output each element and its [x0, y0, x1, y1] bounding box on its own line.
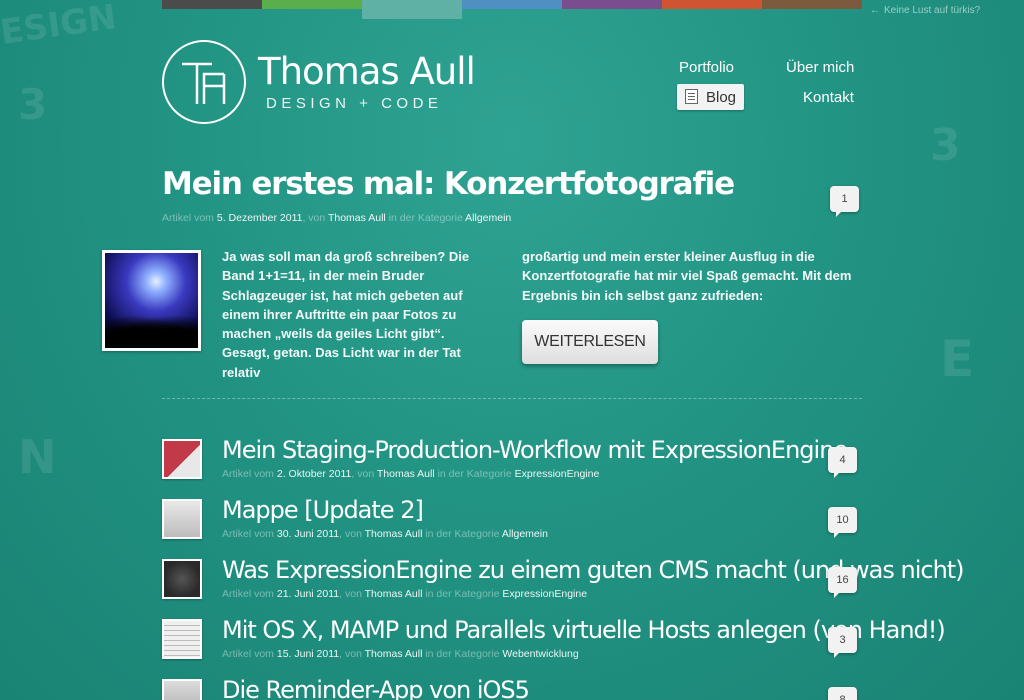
meta-prefix: Artikel vom — [222, 528, 274, 540]
meta-prefix: Artikel vom — [222, 468, 274, 480]
color-switch-label: Keine Lust auf türkis? — [884, 5, 981, 16]
meta-category-prefix: in der Kategorie — [425, 648, 500, 660]
meta-date: 30. Juni 2011 — [276, 528, 340, 540]
post-title[interactable]: Mappe [Update 2] — [222, 496, 424, 524]
chalk-doodle: 3 — [18, 80, 48, 129]
color-switch-link[interactable]: ← Keine Lust auf türkis? — [870, 5, 980, 16]
chalk-doodle: 3 — [930, 120, 961, 171]
comment-count-bubble[interactable]: 10 — [828, 507, 857, 538]
meta-category[interactable]: Allgemein — [465, 212, 511, 224]
featured-article-title[interactable]: Mein erstes mal: Konzertfotografie — [162, 166, 735, 202]
theme-swatch[interactable] — [762, 0, 862, 9]
featured-article-image[interactable] — [102, 250, 201, 351]
comment-count-bubble[interactable]: 1 — [830, 186, 859, 217]
theme-color-strip — [162, 0, 862, 19]
meta-author[interactable]: Thomas Aull — [365, 588, 423, 600]
meta-prefix: Artikel vom — [222, 648, 274, 660]
document-icon — [685, 89, 698, 104]
post-thumbnail[interactable] — [162, 679, 202, 700]
meta-prefix: Artikel vom — [222, 588, 274, 600]
logo-tagline: DESIGN + CODE — [266, 95, 443, 112]
meta-von: , von — [302, 212, 326, 224]
theme-swatch[interactable] — [162, 0, 262, 9]
theme-swatch[interactable] — [562, 0, 662, 9]
portfolio-image — [164, 501, 200, 537]
concert-photo — [105, 253, 198, 348]
read-more-button[interactable]: WEITERLESEN — [522, 320, 658, 364]
chalk-doodle: ESIGN — [0, 0, 119, 53]
comment-count-bubble[interactable]: 8 — [828, 687, 857, 700]
meta-category[interactable]: Allgemein — [502, 528, 548, 540]
post-meta: Artikel vom 2. Oktober 2011, von Thomas … — [222, 468, 599, 480]
featured-article-text-col1: Ja was soll man da groß schreiben? Die B… — [222, 249, 470, 380]
post-thumbnail[interactable] — [162, 499, 202, 539]
meta-category-prefix: in der Kategorie — [388, 212, 463, 224]
meta-author[interactable]: Thomas Aull — [365, 528, 423, 540]
featured-article-meta: Artikel vom 5. Dezember 2011, von Thomas… — [162, 212, 511, 224]
post-meta: Artikel vom 21. Juni 2011, von Thomas Au… — [222, 588, 587, 600]
nav-ueber-mich[interactable]: Über mich — [786, 59, 854, 76]
meta-category-prefix: in der Kategorie — [437, 468, 512, 480]
post-thumbnail[interactable] — [162, 439, 202, 479]
logo-name[interactable]: Thomas Aull — [258, 50, 476, 93]
meta-author[interactable]: Thomas Aull — [377, 468, 435, 480]
meta-von: , von — [339, 588, 362, 600]
dashed-divider — [162, 398, 862, 399]
theme-swatch-active[interactable] — [362, 0, 462, 19]
meta-date: 21. Juni 2011 — [276, 588, 340, 600]
ee-logo-image — [164, 561, 200, 597]
reminder-app-image — [164, 681, 200, 700]
post-thumbnail[interactable] — [162, 559, 202, 599]
chalk-doodle: N — [18, 430, 57, 484]
meta-category[interactable]: ExpressionEngine — [515, 468, 600, 480]
meta-category-prefix: in der Kategorie — [425, 588, 500, 600]
post-thumbnail[interactable] — [162, 619, 202, 659]
comment-count-bubble[interactable]: 4 — [828, 447, 857, 478]
nav-blog-label: Blog — [706, 89, 737, 106]
post-meta: Artikel vom 15. Juni 2011, von Thomas Au… — [222, 648, 579, 660]
monogram-icon — [182, 62, 226, 104]
featured-article-text-col2: großartig und mein erster kleiner Ausflu… — [522, 249, 852, 303]
meta-prefix: Artikel vom — [162, 212, 214, 224]
logo-monogram[interactable] — [162, 40, 246, 124]
post-title[interactable]: Die Reminder-App von iOS5 — [222, 676, 530, 700]
meta-date: 15. Juni 2011 — [276, 648, 340, 660]
post-title[interactable]: Mein Staging-Production-Workflow mit Exp… — [222, 436, 848, 464]
meta-date: 2. Oktober 2011 — [276, 468, 352, 480]
meta-author[interactable]: Thomas Aull — [328, 212, 386, 224]
meta-von: , von — [351, 468, 375, 480]
meta-date: 5. Dezember 2011 — [216, 212, 303, 224]
theme-swatch[interactable] — [662, 0, 762, 9]
nav-portfolio[interactable]: Portfolio — [679, 59, 734, 76]
theme-swatch[interactable] — [462, 0, 562, 9]
nav-kontakt[interactable]: Kontakt — [803, 89, 854, 106]
code-image — [164, 621, 200, 657]
ee-logo-image — [164, 441, 200, 477]
meta-author[interactable]: Thomas Aull — [365, 648, 423, 660]
meta-category[interactable]: Webentwicklung — [502, 648, 578, 660]
chalk-doodle: E — [940, 330, 975, 388]
arrow-left-icon: ← — [870, 5, 880, 16]
meta-category-prefix: in der Kategorie — [425, 528, 500, 540]
meta-category[interactable]: ExpressionEngine — [502, 588, 587, 600]
post-meta: Artikel vom 30. Juni 2011, von Thomas Au… — [222, 528, 548, 540]
nav-blog-active[interactable]: Blog — [677, 84, 744, 110]
meta-von: , von — [339, 648, 362, 660]
theme-swatch[interactable] — [262, 0, 362, 9]
meta-von: , von — [339, 528, 362, 540]
comment-count-bubble[interactable]: 3 — [828, 627, 857, 658]
comment-count-bubble[interactable]: 16 — [828, 567, 857, 598]
